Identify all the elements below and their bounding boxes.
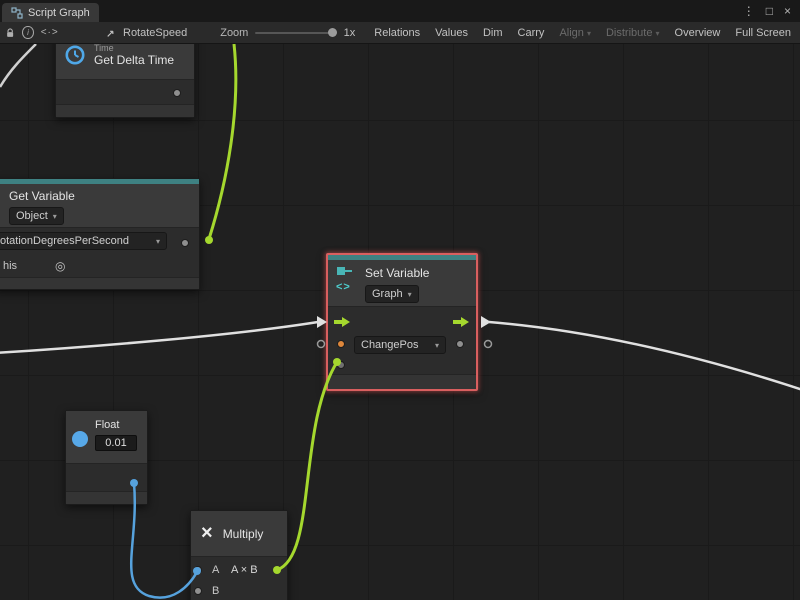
variable-scope-dropdown[interactable]: Object ▾ (9, 207, 64, 225)
scope-label: Object (16, 210, 48, 222)
node-get-delta-time[interactable]: Time Get Delta Time (55, 44, 195, 118)
overview-button[interactable]: Overview (671, 26, 725, 40)
close-icon[interactable]: × (784, 4, 791, 18)
node-set-variable[interactable]: <> Set Variable Graph ▾ ChangePos ▾ (326, 253, 478, 391)
variable-name-dropdown[interactable]: otationDegreesPerSecond ▾ (0, 232, 167, 250)
clock-icon (64, 44, 86, 66)
port-variable-output[interactable] (181, 239, 189, 247)
distribute-button: Distribute ▾ (602, 26, 664, 40)
variable-name: otationDegreesPerSecond (0, 235, 129, 247)
object-picker-icon[interactable]: ◎ (55, 259, 65, 273)
window-controls: ⋮ □ × (743, 0, 800, 22)
node-title: Float (95, 419, 137, 431)
green-wire-delta (209, 44, 236, 239)
values-button[interactable]: Values (431, 26, 472, 40)
fullscreen-button[interactable]: Full Screen (731, 26, 795, 40)
port-result-output[interactable] (273, 566, 281, 574)
hollow-port-left[interactable] (318, 341, 325, 348)
float-value-input[interactable]: 0.01 (95, 435, 137, 451)
chevron-down-icon: ▾ (156, 237, 160, 246)
align-button-label: Align (559, 27, 583, 39)
node-multiply[interactable]: × Multiply A A × B B (190, 510, 288, 600)
port-delta-output[interactable] (173, 89, 181, 97)
input-a-label: A (212, 564, 219, 576)
variable-scope-dropdown[interactable]: Graph ▾ (365, 285, 419, 303)
menu-icon[interactable]: ⋮ (743, 4, 755, 18)
graph-type-icon: <> (336, 282, 358, 293)
flow-out-port-triangle (481, 316, 491, 328)
multiply-icon: × (201, 523, 213, 544)
object-wire-out (489, 322, 800, 391)
node-title: Multiply (223, 527, 264, 544)
align-caret-icon: ▾ (587, 29, 591, 38)
distribute-button-label: Distribute (606, 27, 652, 39)
green-wire-delta-endpoint (205, 236, 213, 244)
port-value-output[interactable] (456, 340, 464, 348)
port-a-input[interactable] (194, 566, 202, 574)
info-icon[interactable]: i (22, 26, 33, 39)
code-icon[interactable]: <·> (41, 27, 59, 38)
tab-bar: Script Graph ⋮ □ × (0, 0, 800, 22)
variable-name-dropdown[interactable]: ChangePos ▾ (354, 336, 446, 354)
float-type-icon (72, 431, 88, 447)
scope-label: Graph (372, 288, 403, 300)
carry-button[interactable]: Carry (514, 26, 549, 40)
zoom-slider[interactable] (255, 32, 336, 34)
chevron-down-icon: ▾ (408, 290, 412, 299)
tab-script-graph[interactable]: Script Graph (2, 3, 99, 22)
graph-canvas[interactable]: Time Get Delta Time Get Variable Object … (0, 44, 800, 600)
input-b-label: B (212, 585, 219, 597)
node-title: Get Delta Time (94, 53, 174, 67)
flow-input-arrow-icon[interactable] (333, 316, 351, 328)
lock-icon[interactable] (5, 27, 15, 39)
white-wire-top-left (0, 44, 36, 87)
graph-name[interactable]: RotateSpeed (123, 27, 187, 39)
graph-toolbar: i <·> RotateSpeed Zoom 1x Relations Valu… (0, 22, 800, 44)
target-value: his (3, 260, 17, 272)
port-float-output[interactable] (130, 479, 138, 487)
chevron-down-icon: ▾ (53, 212, 57, 221)
port-extra-input[interactable] (337, 361, 345, 369)
zoom-label: Zoom (220, 27, 248, 39)
flow-output-arrow-icon[interactable] (452, 316, 470, 328)
maximize-icon[interactable]: □ (766, 4, 773, 18)
zoom-slider-handle[interactable] (328, 28, 337, 37)
dim-button[interactable]: Dim (479, 26, 507, 40)
zoom-value: 1x (344, 27, 356, 39)
graph-ref-icon (106, 27, 116, 39)
tab-label: Script Graph (28, 7, 90, 19)
node-float[interactable]: Float 0.01 (65, 410, 148, 505)
port-value-input[interactable] (337, 340, 345, 348)
node-title: Set Variable (365, 266, 429, 280)
output-label: A × B (231, 564, 258, 576)
hollow-port-right[interactable] (485, 341, 492, 348)
distribute-caret-icon: ▾ (656, 29, 660, 38)
variable-name: ChangePos (361, 339, 419, 351)
variable-tag-icon (336, 266, 353, 277)
relations-button[interactable]: Relations (370, 26, 424, 40)
script-graph-icon (11, 7, 23, 19)
node-category: Time (94, 44, 174, 53)
node-title: Get Variable (9, 189, 191, 203)
chevron-down-icon: ▾ (435, 341, 439, 350)
align-button: Align ▾ (555, 26, 595, 40)
node-get-variable[interactable]: Get Variable Object ▾ otationDegreesPerS… (0, 178, 200, 290)
object-wire-in (0, 322, 318, 353)
port-b-input[interactable] (194, 587, 202, 595)
